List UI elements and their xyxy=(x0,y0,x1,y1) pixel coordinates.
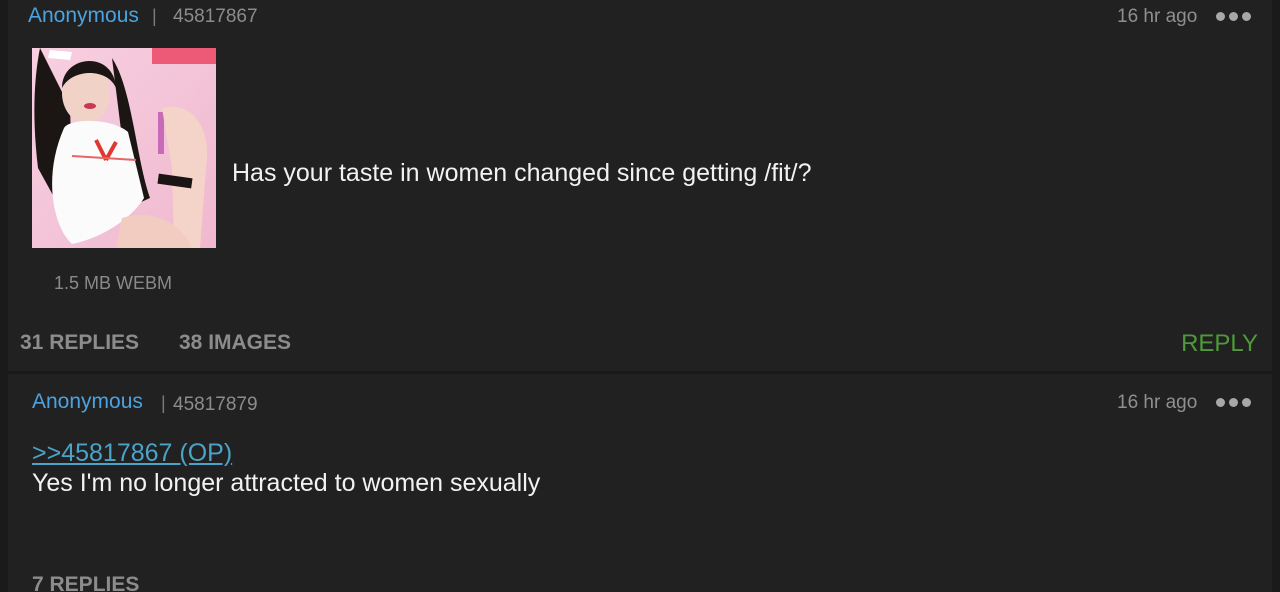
reply-more-options-icon[interactable] xyxy=(1216,398,1251,407)
reply-timestamp: 16 hr ago xyxy=(1117,392,1198,413)
op-more-options-icon[interactable] xyxy=(1216,12,1251,21)
op-timestamp: 16 hr ago xyxy=(1117,6,1198,27)
op-file-info: 1.5 MB WEBM xyxy=(54,273,173,293)
reply-post-body: Yes I'm no longer attracted to women sex… xyxy=(32,469,541,497)
op-thumbnail-image[interactable] xyxy=(32,48,216,248)
reply-post-id[interactable]: 45817879 xyxy=(173,394,258,416)
reply-replies-count[interactable]: 7 REPLIES xyxy=(32,573,139,592)
op-images-count[interactable]: 38 IMAGES xyxy=(179,331,291,355)
op-post-card: Anonymous | 45817867 16 hr ago Has your … xyxy=(8,0,1272,371)
op-quote-link[interactable]: >>45817867 (OP) xyxy=(32,439,232,468)
reply-button[interactable]: REPLY xyxy=(1181,330,1258,358)
op-post-id[interactable]: 45817867 xyxy=(173,6,258,28)
op-post-body: Has your taste in women changed since ge… xyxy=(232,159,812,187)
thread-page: Anonymous | 45817867 16 hr ago Has your … xyxy=(0,0,1280,592)
op-poster-name[interactable]: Anonymous xyxy=(28,4,139,28)
op-header-separator: | xyxy=(152,6,157,26)
reply-poster-name[interactable]: Anonymous xyxy=(32,390,143,414)
op-replies-count[interactable]: 31 REPLIES xyxy=(20,331,139,355)
reply-header-separator: | xyxy=(161,393,166,413)
